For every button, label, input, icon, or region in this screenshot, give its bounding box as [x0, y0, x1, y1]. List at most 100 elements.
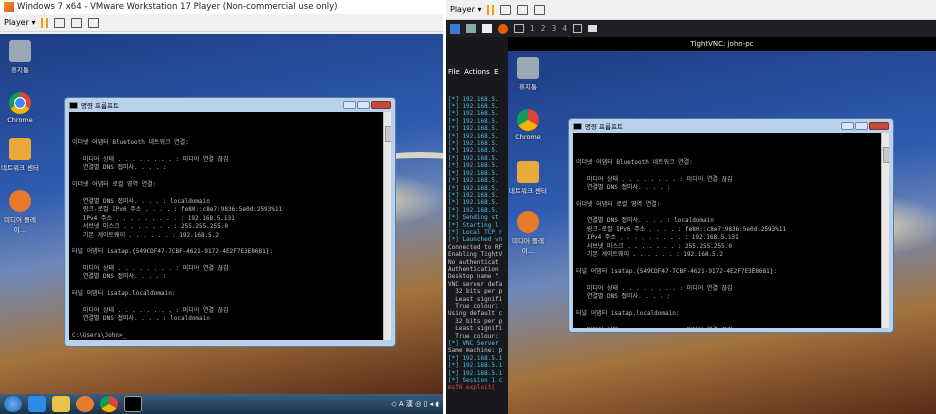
- terminal-menubar[interactable]: File Actions E: [448, 68, 508, 81]
- minimize-button[interactable]: [841, 122, 854, 130]
- cmd-app-icon: [69, 101, 78, 109]
- close-button[interactable]: [371, 101, 391, 109]
- recycle-bin-icon: [517, 57, 539, 79]
- terminal-line: [*] Session 1 c: [448, 377, 503, 385]
- cmd-title: 명령 프롬프트: [585, 123, 623, 131]
- terminal-line: [*] 192.168.5.: [448, 154, 499, 162]
- terminal-line: [*] Sending st: [448, 214, 499, 222]
- desktop-icon-label: 네트워크 센터: [1, 164, 39, 172]
- terminal-line: 32 bits per p: [448, 317, 503, 325]
- terminal-line: [*] Starting l: [448, 221, 499, 229]
- console-line: 서브넷 마스크 . . . . . . . : 255.255.255.0: [576, 242, 732, 250]
- console-line: IPv4 주소 . . . . . . . . . : 192.168.5.13…: [72, 214, 235, 222]
- vnc-window-titlebar: TightVNC: john-pc: [508, 37, 936, 51]
- fullscreen-icon[interactable]: [517, 4, 529, 15]
- file-manager-icon[interactable]: [466, 24, 476, 33]
- cmd-title: 명령 프롬프트: [81, 102, 119, 110]
- chrome-taskbar-icon[interactable]: [100, 396, 118, 412]
- console-scrollbar[interactable]: [383, 112, 391, 340]
- terminal-line: Enabling TightV: [448, 251, 503, 259]
- workspace-3[interactable]: 3: [552, 24, 557, 33]
- cmd-taskbar-icon[interactable]: [124, 396, 142, 412]
- kali-menu-icon[interactable]: [450, 23, 460, 34]
- console-line: 미디어 상태 . . . . . . . . : 미디어 연결 끊김: [576, 327, 879, 328]
- desktop-icon-chrome[interactable]: Chrome: [508, 109, 548, 141]
- terminal-task-icon[interactable]: [573, 24, 583, 33]
- desktop-icon-recycle-bin[interactable]: 휴지통: [508, 57, 548, 91]
- console-line: 터널 어댑터 isatap.{549CDF47-7CBF-4621-9172-4…: [72, 248, 273, 256]
- unity-icon[interactable]: [88, 17, 100, 28]
- cmd-console-output[interactable]: 이더넷 어댑터 Bluetooth 네트워크 연결: 미디어 상태 . . . …: [69, 112, 391, 340]
- cmd-console-output[interactable]: 이더넷 어댑터 Bluetooth 네트워크 연결: 미디어 상태 . . . …: [573, 133, 889, 328]
- console-line: 연결별 DNS 접미사. . . . :: [72, 273, 167, 281]
- media-player-taskbar-icon[interactable]: [76, 396, 94, 412]
- terminal-icon[interactable]: [514, 24, 524, 33]
- workspace-4[interactable]: 4: [562, 24, 567, 33]
- system-tray[interactable]: ◇ A 漢 ◎ ▯ ◂ ◖: [391, 399, 443, 409]
- vmware-app-icon: [4, 2, 14, 12]
- ie-taskbar-icon[interactable]: [28, 396, 46, 412]
- console-line: 연결별 DNS 접미사. . . . :: [576, 183, 671, 191]
- command-prompt-window[interactable]: 명령 프롬프트 이더넷 어댑터 Bluetooth 네트워크 연결: 미디어 상…: [64, 97, 396, 347]
- minimize-button[interactable]: [343, 101, 356, 109]
- terminal-line: Least signifi: [448, 295, 503, 303]
- console-line: 이더넷 어댑터 로컬 영역 연결:: [72, 181, 157, 189]
- desktop-icon-chrome[interactable]: Chrome: [0, 92, 40, 124]
- explorer-taskbar-icon[interactable]: [52, 396, 70, 412]
- desktop-icon-label: Chrome: [515, 133, 541, 141]
- vnc-task-icon[interactable]: [588, 25, 598, 32]
- text-editor-icon[interactable]: [482, 24, 492, 33]
- terminal-line: [*] 192.168.5.: [448, 117, 499, 125]
- vnc-window-title: TightVNC: john-pc: [690, 40, 754, 48]
- terminal-line: [*] 192.168.5.: [448, 199, 499, 207]
- terminal-line: True colour:: [448, 332, 503, 340]
- maximize-button[interactable]: [855, 122, 868, 130]
- command-prompt-window-remote[interactable]: 명령 프롬프트 이더넷 어댑터 Bluetooth 네트워크 연결: 미디어 상…: [568, 118, 894, 333]
- kali-terminal[interactable]: File Actions E [*] 192.168.5. [*] 192.168…: [446, 37, 508, 414]
- firefox-icon[interactable]: [498, 23, 508, 34]
- network-center-icon: [9, 138, 31, 160]
- send-ctrl-alt-del-icon[interactable]: [54, 17, 66, 28]
- desktop-icon-network-center[interactable]: 네트워크 센터: [508, 161, 548, 195]
- terminal-line: No authenticat: [448, 258, 499, 266]
- vmware-toolbar-kali: Player ▾: [446, 0, 936, 20]
- send-ctrl-alt-del-icon[interactable]: [500, 4, 512, 15]
- desktop-icon-media-player[interactable]: 미디어 플레이…: [0, 190, 40, 234]
- terminal-line: [*] 192.168.5.: [448, 177, 499, 185]
- unity-icon[interactable]: [534, 4, 546, 15]
- maximize-button[interactable]: [357, 101, 370, 109]
- fullscreen-icon[interactable]: [71, 17, 83, 28]
- console-line: 연결별 DNS 접미사. . . . : localdomain: [576, 217, 714, 225]
- desktop-icon-label: 미디어 플레이…: [4, 216, 36, 234]
- terminal-line: 32 bits per p: [448, 288, 503, 296]
- network-center-icon: [517, 161, 539, 183]
- player-menu-button[interactable]: Player ▾: [4, 18, 35, 27]
- desktop-icon-recycle-bin[interactable]: 휴지통: [0, 40, 40, 74]
- desktop-icon-network-center[interactable]: 네트워크 센터: [0, 138, 40, 172]
- pause-icon[interactable]: [487, 4, 495, 15]
- cmd-app-icon: [573, 122, 582, 130]
- pause-icon[interactable]: [41, 17, 49, 28]
- workspace-1[interactable]: 1: [530, 24, 535, 33]
- console-line: 미디어 상태 . . . . . . . . : 미디어 연결 끊김: [576, 284, 733, 292]
- vmware-player-window-kali: Player ▾ 1 2 3 4 File Actions E [*] 192.…: [446, 0, 936, 414]
- console-scrollbar[interactable]: [881, 133, 889, 328]
- vnc-remote-desktop[interactable]: 휴지통 Chrome 네트워크 센터 미디어 플레이… 명령 프롬프트 이더넷 …: [508, 51, 936, 414]
- workspace-2[interactable]: 2: [541, 24, 546, 33]
- console-line: 이더넷 어댑터 로컬 영역 연결:: [576, 200, 661, 208]
- terminal-line: Authentication: [448, 265, 503, 273]
- player-menu-button[interactable]: Player ▾: [450, 5, 481, 14]
- desktop-icon-media-player[interactable]: 미디어 플레이…: [508, 211, 548, 255]
- start-button[interactable]: [4, 396, 22, 412]
- guest-desktop: 휴지통 Chrome 네트워크 센터 미디어 플레이… 명령 프롬프트 이더넷 …: [0, 34, 443, 394]
- terminal-line: [*] Launched vn: [448, 236, 503, 244]
- recycle-bin-icon: [9, 40, 31, 62]
- console-line: 연결별 DNS 접미사. . . . :: [72, 164, 167, 172]
- terminal-line: [*] 192.168.5.: [448, 110, 499, 118]
- console-line: 터널 어댑터 isatap.{549CDF47-7CBF-4621-9172-4…: [576, 267, 777, 275]
- close-button[interactable]: [869, 122, 889, 130]
- terminal-line: Least signifi: [448, 325, 503, 333]
